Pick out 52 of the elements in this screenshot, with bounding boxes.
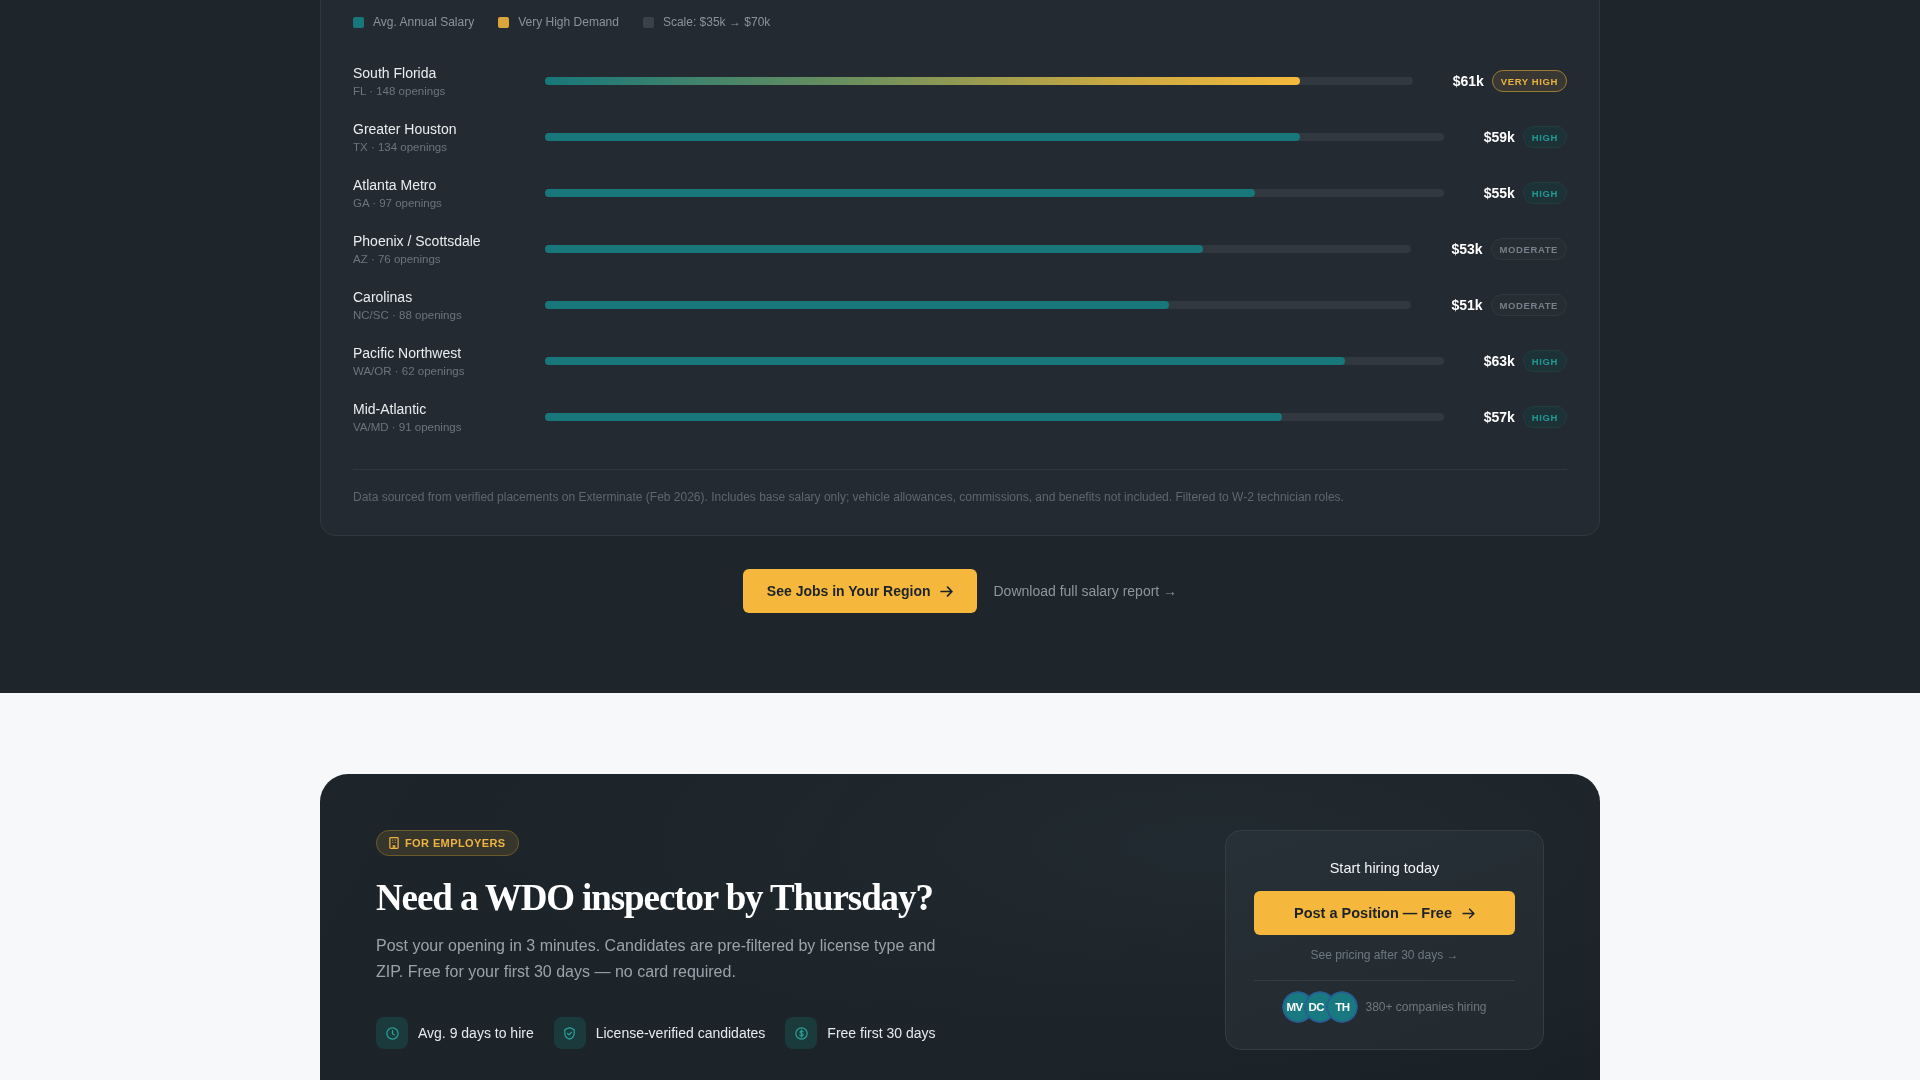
avatar-initials: MV [1286,1001,1303,1013]
legend-label: Very High Demand [518,14,619,30]
region-name: Atlanta Metro [353,175,438,194]
region-name: Carolinas [353,287,414,306]
region-details: WA/OR · 62 openings [353,363,466,379]
demand-tag: HIGH [1522,350,1567,372]
region-details: FL · 148 openings [353,83,447,99]
salary-value: $55k [1483,185,1515,201]
tag-label: FOR EMPLOYERS [405,837,506,849]
demand-tag: MODERATE [1490,294,1567,316]
shield-check-icon [553,1017,586,1049]
footnote: Data sourced from verified placements on Exterminate (Feb 2026). Includes base salary only; vehicle allowances, commissions, and benefits not included. Filtered to W-2 technician roles. [353,489,1345,505]
companies-count: 380+ companies hiring [1365,1000,1487,1014]
arrow-icon [940,585,954,597]
download-report-link[interactable]: Download full salary report → [993,583,1178,599]
region-details: TX · 134 openings [353,139,448,155]
dollar-icon [785,1017,818,1049]
building-icon [389,837,399,849]
demand-tag: MODERATE [1490,238,1567,260]
demand-tag: HIGH [1522,182,1567,204]
region-name: Phoenix / Scottsdale [353,231,482,250]
clock-icon [376,1017,408,1049]
region-name: Mid-Atlantic [353,399,428,418]
employer-heading: Need a WDO inspector by Thursday? [376,877,934,919]
demand-tag: HIGH [1522,126,1567,148]
legend-label: Scale: $35k → $70k [662,14,771,30]
region-details: GA · 97 openings [353,195,443,211]
feature-label: Free first 30 days [827,1025,936,1041]
arrow-icon [1461,907,1475,919]
region-name: Greater Houston [353,119,458,138]
avatar-initials: DC [1308,1001,1325,1013]
region-details: VA/MD · 91 openings [353,419,463,435]
feature-label: License-verified candidates [595,1025,766,1041]
region-name: South Florida [353,63,438,82]
avatar-initials: TH [1335,1001,1350,1013]
salary-value: $53k [1451,241,1483,257]
employer-description: Post your opening in 3 minutes. Candidates are pre-filtered by license type and ZIP. Free for your first 30 days — no card required. [376,936,937,982]
demand-tag: VERY HIGH [1491,70,1567,92]
region-name: Pacific Northwest [353,343,463,362]
legend-label: Avg. Annual Salary [373,14,475,30]
hiring-card-title: Start hiring today [1328,859,1441,878]
feature-label: Avg. 9 days to hire [418,1025,534,1041]
salary-value: $51k [1451,297,1483,313]
post-position-button[interactable]: Post a Position — Free [1254,891,1515,935]
region-details: AZ · 76 openings [353,251,442,267]
region-details: NC/SC · 88 openings [353,307,463,323]
salary-value: $59k [1483,129,1515,145]
salary-value: $61k [1452,73,1484,89]
salary-value: $57k [1483,409,1515,425]
demand-tag: HIGH [1522,406,1567,428]
salary-value: $63k [1483,353,1515,369]
see-jobs-button[interactable]: See Jobs in Your Region [742,569,978,613]
